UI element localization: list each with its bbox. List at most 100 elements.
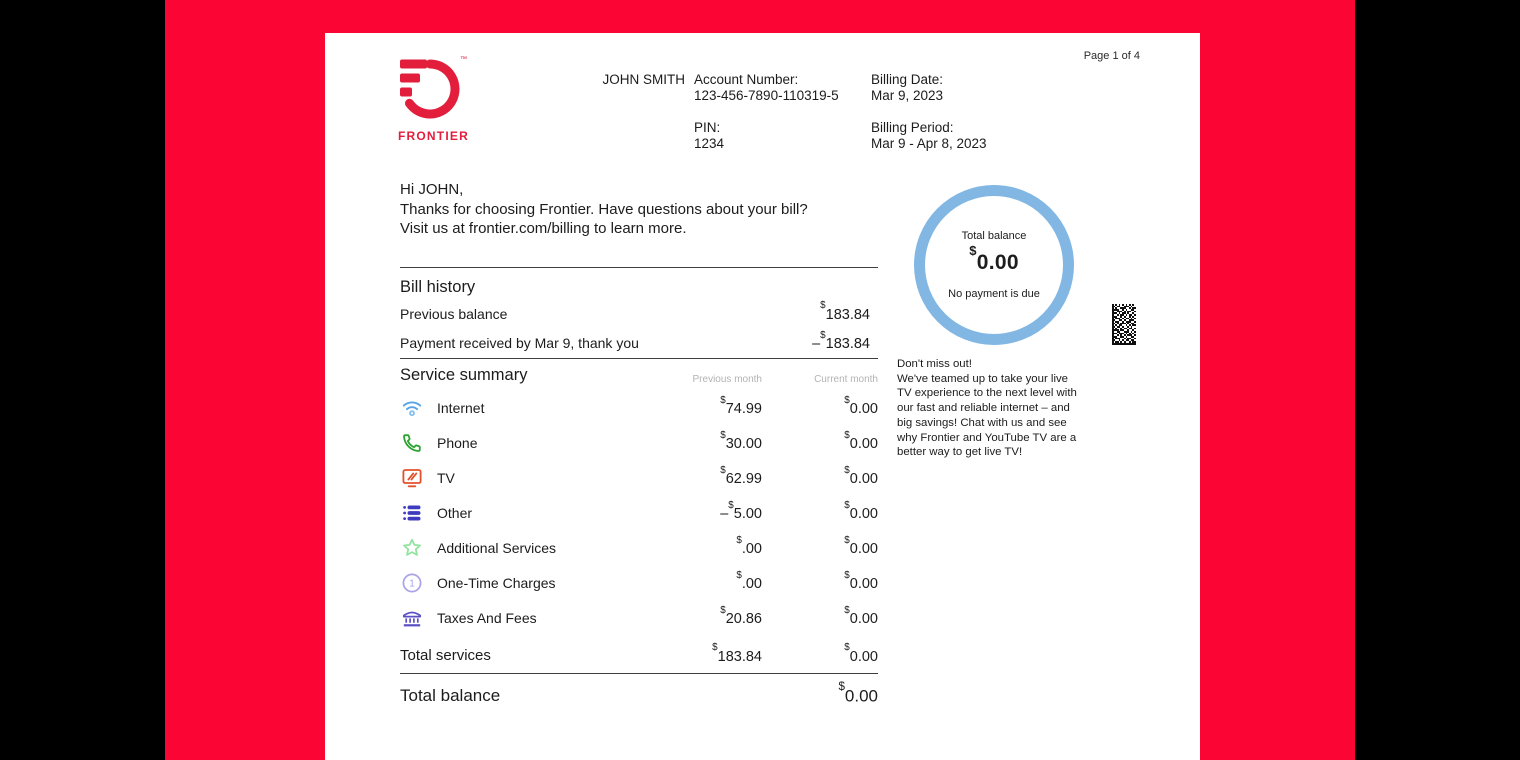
account-number-value: 123-456-7890-110319-5: [694, 88, 839, 104]
tv-icon: [400, 466, 424, 490]
account-block: Account Number: 123-456-7890-110319-5 PI…: [694, 72, 839, 152]
currency-symbol: $: [720, 430, 725, 441]
amount-value: 74.99: [726, 401, 762, 417]
greeting-line-2: Thanks for choosing Frontier. Have quest…: [400, 200, 878, 220]
page-number: Page 1 of 4: [1015, 50, 1140, 62]
amount-previous-month: –$5.00: [642, 504, 762, 522]
currency-symbol: $: [844, 465, 849, 476]
badge-subtitle: No payment is due: [948, 288, 1040, 300]
currency-symbol: $: [728, 500, 733, 511]
amount-value: 0.00: [850, 506, 878, 522]
currency-symbol: $: [720, 395, 725, 406]
currency-symbol: $: [844, 642, 849, 653]
amount-current-month: $0.00: [762, 434, 878, 452]
letterbox-left: [0, 0, 165, 760]
amount-value: 0.00: [850, 541, 878, 557]
amount-value: 183.84: [826, 336, 870, 352]
total-balance-label: Total balance: [400, 686, 642, 706]
amount-previous-month: $74.99: [642, 399, 762, 417]
amount-value: 0.00: [977, 251, 1019, 274]
bill-history-row: Previous balance $183.84: [400, 299, 878, 329]
service-label-cell: 1 One-Time Charges: [400, 571, 642, 595]
amount-previous-month: $20.86: [642, 609, 762, 627]
pin-value: 1234: [694, 136, 839, 152]
currency-symbol: $: [844, 395, 849, 406]
trademark-symbol: ™: [460, 56, 467, 63]
amount-value: .00: [742, 576, 762, 592]
service-label-cell: Internet: [400, 396, 642, 420]
service-row-internet: Internet $74.99 $0.00: [400, 391, 878, 426]
divider: [400, 358, 878, 359]
service-name: Other: [437, 505, 472, 521]
amount-value: 183.84: [718, 648, 762, 664]
amount-previous-month: $62.99: [642, 469, 762, 487]
greeting-line-3: Visit us at frontier.com/billing to lear…: [400, 219, 878, 239]
viewport: ™ FRONTIER JOHN SMITH Account Number: 12…: [0, 0, 1520, 760]
service-label-cell: Taxes And Fees: [400, 606, 642, 630]
frontier-logo-mark: ™: [400, 59, 460, 126]
service-row-phone: Phone $30.00 $0.00: [400, 426, 878, 461]
amount-value: 0.00: [850, 648, 878, 664]
frontier-f-icon: [400, 59, 460, 121]
bill-history-row-label: Previous balance: [400, 306, 820, 322]
currency-symbol: $: [838, 681, 844, 693]
amount-value: 0.00: [850, 401, 878, 417]
list-icon: [400, 501, 424, 525]
service-name: Taxes And Fees: [437, 610, 537, 626]
service-row-tv: TV $62.99 $0.00: [400, 461, 878, 496]
service-row-additional-services: Additional Services $.00 $0.00: [400, 531, 878, 566]
currency-symbol: $: [712, 642, 717, 653]
billing-block: Billing Date: Mar 9, 2023 Billing Period…: [871, 72, 987, 152]
amount-current-month: $0.00: [762, 574, 878, 592]
amount-sign: –: [812, 336, 820, 352]
currency-symbol: $: [736, 570, 741, 581]
one-circle-icon: 1: [400, 571, 424, 595]
amount-value: 0.00: [850, 436, 878, 452]
bill-history-row: Payment received by Mar 9, thank you –$1…: [400, 329, 878, 358]
amount-current-month: $0.00: [762, 399, 878, 417]
amount-previous-month: $30.00: [642, 434, 762, 452]
currency-symbol: $: [720, 605, 725, 616]
customer-name: JOHN SMITH: [525, 72, 685, 88]
column-header-previous-month: Previous month: [642, 374, 762, 385]
amount-value: 30.00: [726, 436, 762, 452]
bill-main-column: Hi JOHN, Thanks for choosing Frontier. H…: [400, 180, 878, 706]
bill-page: ™ FRONTIER JOHN SMITH Account Number: 12…: [325, 33, 1200, 760]
total-balance-row: Total balance $0.00: [400, 674, 878, 707]
promo-text: Don't miss out! We've teamed up to take …: [897, 357, 1097, 460]
amount-value: 0.00: [850, 576, 878, 592]
amount-value: 0.00: [845, 686, 878, 705]
bank-icon: [400, 606, 424, 630]
service-row-one-time-charges: 1 One-Time Charges $.00 $0.00: [400, 566, 878, 601]
currency-symbol: $: [736, 535, 741, 546]
amount-previous-month: $.00: [642, 574, 762, 592]
currency-symbol: $: [969, 243, 977, 258]
service-label-cell: Other: [400, 501, 642, 525]
total-previous-amount: $183.84: [642, 647, 762, 665]
amount-current-month: $0.00: [762, 469, 878, 487]
greeting-line-1: Hi JOHN,: [400, 180, 878, 200]
amount-value: 5.00: [734, 506, 762, 522]
bill-history-row-amount: –$183.84: [812, 334, 878, 352]
pin-label: PIN:: [694, 120, 839, 136]
billing-date-value: Mar 9, 2023: [871, 88, 987, 104]
qr-code: [1112, 304, 1136, 345]
service-name: Additional Services: [437, 540, 556, 556]
badge-title: Total balance: [962, 230, 1027, 242]
account-number-label: Account Number:: [694, 72, 839, 88]
amount-value: 0.00: [850, 471, 878, 487]
service-name: Internet: [437, 400, 484, 416]
total-balance-badge: Total balance $0.00 No payment is due: [914, 185, 1074, 345]
currency-symbol: $: [844, 430, 849, 441]
total-balance-amount: $0.00: [642, 686, 878, 707]
amount-current-month: $0.00: [762, 504, 878, 522]
divider: [400, 267, 878, 268]
currency-symbol: $: [844, 605, 849, 616]
star-icon: [400, 536, 424, 560]
currency-symbol: $: [820, 300, 825, 311]
service-summary-rows: Internet $74.99 $0.00 Phone $30.00 $0.00: [400, 391, 878, 636]
phone-icon: [400, 431, 424, 455]
billing-period-label: Billing Period:: [871, 120, 987, 136]
service-label-cell: TV: [400, 466, 642, 490]
service-label-cell: Phone: [400, 431, 642, 455]
